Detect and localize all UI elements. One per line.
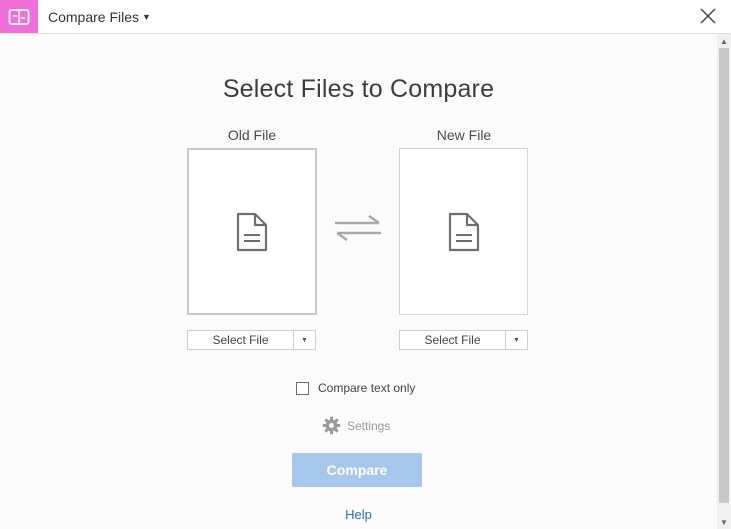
new-file-drop-area[interactable] (399, 148, 528, 315)
swap-arrows-icon[interactable] (333, 214, 383, 242)
old-file-label: Old File (227, 127, 277, 143)
gear-icon (322, 416, 341, 435)
new-file-select-button[interactable]: Select File (400, 331, 506, 349)
compare-text-only-checkbox[interactable] (296, 381, 309, 395)
page-title: Select Files to Compare (222, 75, 495, 103)
document-icon (236, 212, 268, 251)
compare-files-icon[interactable] (0, 0, 38, 33)
compare-text-only-label: Compare text only (318, 381, 416, 395)
tool-title: Compare Files (48, 9, 140, 25)
scroll-up-arrow-icon[interactable]: ▲ (717, 34, 731, 48)
tool-title-dropdown[interactable]: Compare Files ▼ (48, 7, 151, 27)
old-file-drop-area[interactable] (187, 148, 317, 315)
scroll-down-arrow-icon[interactable]: ▼ (717, 515, 731, 529)
compare-button[interactable]: Compare (292, 453, 422, 487)
new-file-label: New File (436, 127, 492, 143)
new-file-dropdown-icon[interactable]: ▼ (506, 331, 527, 349)
compare-text-only-option[interactable]: Compare text only (296, 381, 415, 395)
settings-button[interactable]: Settings (322, 416, 390, 435)
document-icon (448, 212, 479, 251)
close-button[interactable] (697, 5, 719, 27)
help-link[interactable]: Help (0, 507, 717, 522)
caret-down-icon: ▼ (142, 12, 151, 22)
tool-header: Compare Files ▼ (0, 0, 731, 34)
old-file-dropdown-icon[interactable]: ▼ (294, 331, 315, 349)
old-file-select-group: Select File ▼ (187, 330, 316, 350)
old-file-select-button[interactable]: Select File (188, 331, 294, 349)
close-icon (700, 8, 716, 24)
settings-label: Settings (347, 418, 391, 433)
scroll-thumb[interactable] (719, 48, 729, 503)
new-file-select-group: Select File ▼ (399, 330, 528, 350)
vertical-scrollbar[interactable]: ▲ ▼ (717, 34, 731, 529)
